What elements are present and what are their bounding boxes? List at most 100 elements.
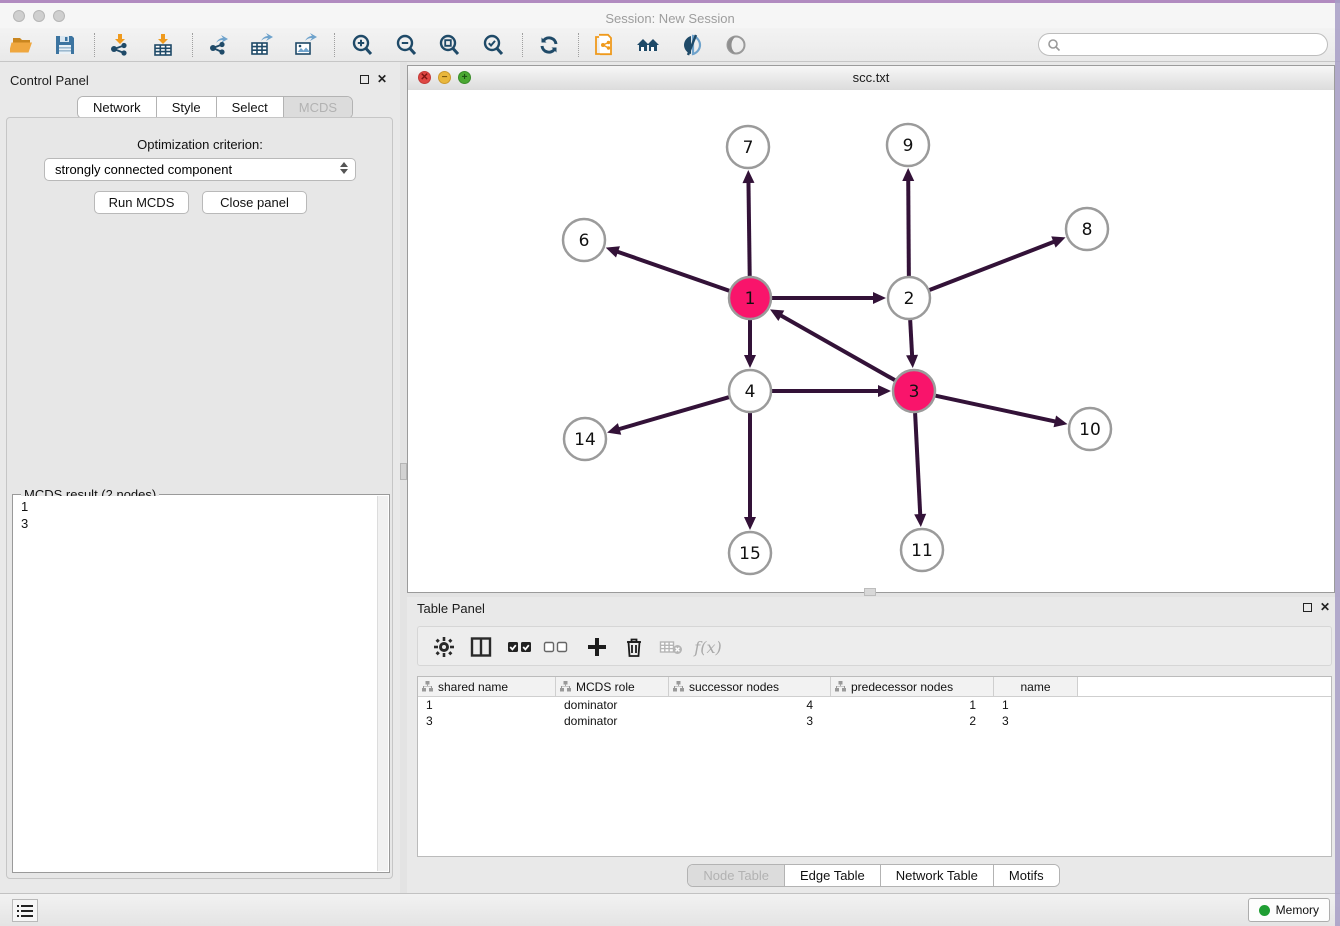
column-header-shared-name[interactable]: shared name <box>418 677 556 696</box>
table-panel-tabs: Node TableEdge TableNetwork TableMotifs <box>687 864 1059 887</box>
close-panel-button[interactable]: Close panel <box>202 191 307 214</box>
node-label-4: 4 <box>745 382 756 402</box>
table-cell[interactable]: 3 <box>669 713 831 729</box>
node-label-6: 6 <box>579 231 590 251</box>
network-window-title: scc.txt <box>408 70 1334 85</box>
column-header-successor-nodes[interactable]: successor nodes <box>669 677 831 696</box>
table-panel: Table Panel ✕ f(x) shared nameMCDS roles… <box>407 597 1340 893</box>
import-table-icon[interactable] <box>150 32 176 58</box>
zoom-in-icon[interactable] <box>349 32 375 58</box>
control-panel: Control Panel ✕ NetworkStyleSelectMCDS O… <box>0 62 400 893</box>
edge-4-14[interactable] <box>618 397 729 429</box>
tab-mcds[interactable]: MCDS <box>284 97 352 118</box>
vertical-splitter-handle[interactable] <box>400 463 407 480</box>
table-cell[interactable]: dominator <box>556 713 669 729</box>
eye-icon[interactable] <box>723 32 749 58</box>
table-cell[interactable]: 3 <box>418 713 556 729</box>
table-row[interactable]: 1dominator411 <box>418 697 1331 713</box>
delete-column-icon[interactable] <box>620 634 648 660</box>
search-input[interactable] <box>1065 37 1327 53</box>
table-cell[interactable]: 3 <box>994 713 1078 729</box>
edge-3-11[interactable] <box>915 413 920 516</box>
export-table-icon[interactable] <box>248 32 274 58</box>
column-view-icon[interactable] <box>467 634 495 660</box>
apply-layout-icon[interactable] <box>536 32 562 58</box>
arrowhead-1-7 <box>742 170 754 183</box>
zoom-out-icon[interactable] <box>393 32 419 58</box>
memory-status-dot <box>1259 905 1270 916</box>
horizontal-splitter-handle[interactable] <box>864 588 876 596</box>
node-label-8: 8 <box>1082 220 1093 240</box>
zoom-fit-icon[interactable] <box>436 32 462 58</box>
tab-motifs[interactable]: Motifs <box>994 865 1059 886</box>
edge-2-8[interactable] <box>930 241 1056 290</box>
result-scrollbar[interactable] <box>377 496 388 871</box>
deselect-all-icon[interactable] <box>542 634 570 660</box>
tab-edge-table[interactable]: Edge Table <box>785 865 881 886</box>
node-label-7: 7 <box>743 138 754 158</box>
run-mcds-button[interactable]: Run MCDS <box>94 191 189 214</box>
settings-gear-icon[interactable] <box>430 634 458 660</box>
table-cell[interactable]: 4 <box>669 697 831 713</box>
function-builder-icon[interactable]: f(x) <box>694 634 722 660</box>
table-cell[interactable]: dominator <box>556 697 669 713</box>
dropdown-value: strongly connected component <box>55 162 232 177</box>
task-history-button[interactable] <box>12 899 38 922</box>
select-all-icon[interactable] <box>506 634 534 660</box>
control-panel-float-icon[interactable] <box>360 75 369 84</box>
edge-3-1[interactable] <box>780 315 895 380</box>
status-bar: Memory <box>0 893 1340 926</box>
table-cell[interactable]: 2 <box>831 713 994 729</box>
network-window: ✕ − + scc.txt 7968124314101511 <box>407 65 1335 593</box>
table-panel-close-icon[interactable]: ✕ <box>1320 600 1330 614</box>
toolbar-search[interactable] <box>1038 33 1328 56</box>
node-label-9: 9 <box>903 136 914 156</box>
node-label-10: 10 <box>1079 420 1101 440</box>
tab-network-table[interactable]: Network Table <box>881 865 994 886</box>
tab-node-table[interactable]: Node Table <box>688 865 785 886</box>
tab-network[interactable]: Network <box>78 97 157 118</box>
optimization-criterion-dropdown[interactable]: strongly connected component <box>44 158 356 181</box>
column-header-name[interactable]: name <box>994 677 1078 696</box>
network-canvas[interactable]: 7968124314101511 <box>408 90 1334 592</box>
edge-1-6[interactable] <box>616 251 729 291</box>
edge-2-9[interactable] <box>908 179 909 276</box>
graphics-details-icon[interactable] <box>679 32 705 58</box>
save-session-icon[interactable] <box>52 32 78 58</box>
export-network-icon[interactable] <box>205 32 231 58</box>
mcds-result-list[interactable]: 13 <box>14 496 378 871</box>
column-header-MCDS-role[interactable]: MCDS role <box>556 677 669 696</box>
edge-1-7[interactable] <box>748 181 749 276</box>
table-cell[interactable]: 1 <box>831 697 994 713</box>
column-type-icon <box>422 681 433 692</box>
table-panel-title: Table Panel <box>417 601 485 616</box>
control-panel-title: Control Panel <box>10 73 89 88</box>
tab-select[interactable]: Select <box>217 97 284 118</box>
column-header-predecessor-nodes[interactable]: predecessor nodes <box>831 677 994 696</box>
delete-table-icon[interactable] <box>657 634 685 660</box>
zoom-selected-icon[interactable] <box>480 32 506 58</box>
arrowhead-4-14 <box>607 423 621 435</box>
control-panel-close-icon[interactable]: ✕ <box>377 72 387 86</box>
memory-button[interactable]: Memory <box>1248 898 1330 922</box>
table-cell[interactable]: 1 <box>994 697 1078 713</box>
tab-style[interactable]: Style <box>157 97 217 118</box>
edge-3-10[interactable] <box>936 396 1057 422</box>
table-panel-float-icon[interactable] <box>1303 603 1312 612</box>
add-column-icon[interactable] <box>583 634 611 660</box>
reset-view-icon[interactable] <box>635 32 661 58</box>
open-session-icon[interactable] <box>9 32 35 58</box>
toolbar-separator <box>578 33 579 57</box>
table-row[interactable]: 3dominator323 <box>418 713 1331 729</box>
clone-network-icon[interactable] <box>591 32 617 58</box>
column-type-icon <box>673 681 684 692</box>
edge-2-3[interactable] <box>910 320 912 357</box>
network-canvas-svg: 7968124314101511 <box>408 90 1334 592</box>
arrowhead-3-11 <box>914 514 926 527</box>
table-cell[interactable]: 1 <box>418 697 556 713</box>
node-label-14: 14 <box>574 430 596 450</box>
export-image-icon[interactable] <box>292 32 318 58</box>
network-window-titlebar[interactable]: ✕ − + scc.txt <box>408 66 1334 91</box>
column-header-label: predecessor nodes <box>851 680 953 694</box>
import-network-icon[interactable] <box>106 32 132 58</box>
